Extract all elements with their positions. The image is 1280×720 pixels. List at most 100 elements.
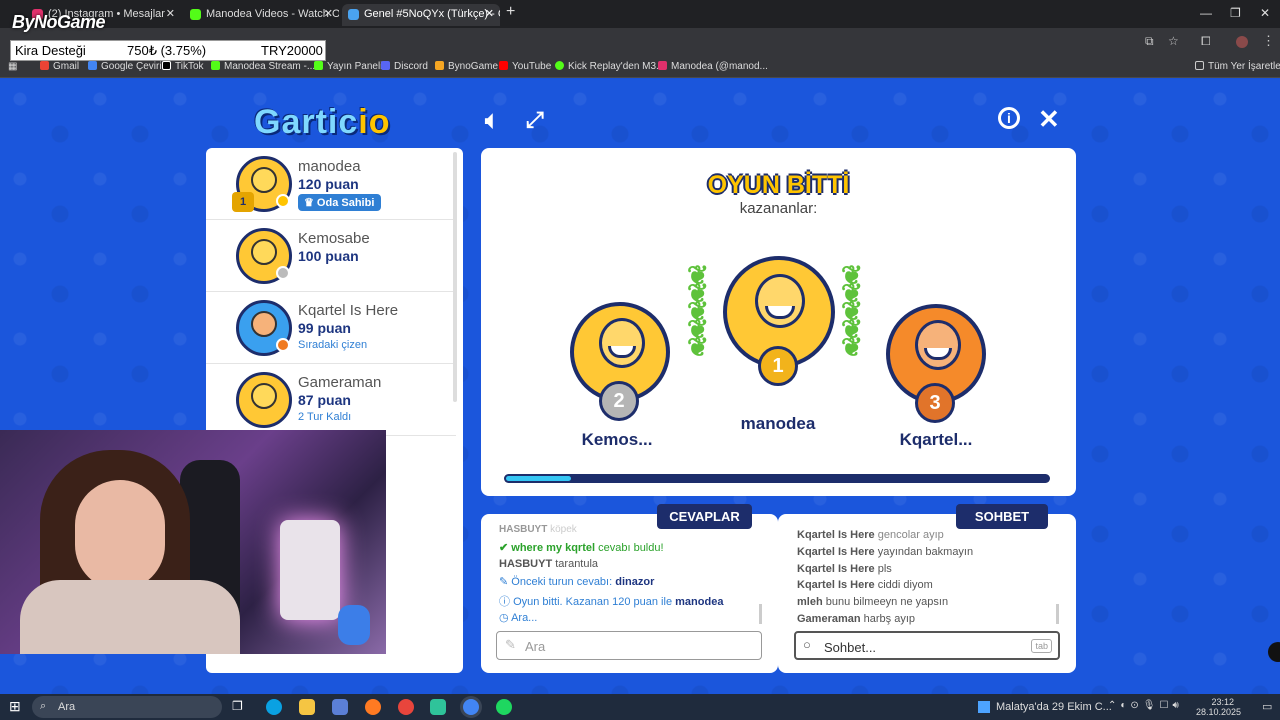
chrome-icon[interactable] [398, 699, 414, 715]
msg-user: Kqartel Is Here [797, 546, 875, 558]
msg-text: harbş ayıp [863, 613, 916, 625]
tab-manodea-videos[interactable]: Manodea Videos - Watch On-D✕ [184, 4, 339, 26]
bookmark-gmail[interactable]: Gmail [40, 61, 79, 72]
chat-message: Gameraman harbş ayıp [797, 613, 915, 625]
apps-icon[interactable]: ▦ [8, 61, 17, 72]
webcam-overlay [0, 430, 386, 654]
file-explorer-icon[interactable] [299, 699, 315, 715]
progress-fill [506, 476, 571, 481]
tab-chat[interactable]: SOHBET [956, 504, 1048, 529]
msg-text: tarantula [555, 558, 599, 570]
answer-input[interactable]: ✎ Ara [496, 631, 762, 660]
game-over-card: OYUN BİTTİ kazananlar: ❦ ❦ ❦ ❦ ❦ ❦ ❦ ❦ ❦ ❦ 2 Kem… [481, 148, 1076, 496]
gartic-logo[interactable]: Garticio [254, 103, 390, 142]
msg-user: Ara... [511, 612, 538, 624]
winner-name-2: Kemos... [581, 430, 653, 449]
player-points: 120 puan [298, 176, 359, 192]
chat-message: Kqartel Is Here pls [797, 563, 892, 575]
player-name: Kemosabe [298, 230, 370, 247]
player-row[interactable]: 1 manodea 120 puan ♛ Oda Sahibi [206, 148, 456, 220]
chat-message: Kqartel Is Here gencolar ayıp [797, 529, 944, 541]
bookmark-manodea-stream[interactable]: Manodea Stream -... [211, 61, 315, 72]
chrome-active-icon[interactable] [463, 699, 479, 715]
msg-text: yayından bakmayın [877, 546, 974, 558]
edge-icon[interactable] [266, 699, 282, 715]
info-icon: ⓘ [499, 596, 510, 608]
tab-answers[interactable]: CEVAPLAR [657, 504, 752, 529]
weather-icon [978, 701, 990, 713]
player-name: Gameraman [298, 374, 382, 391]
answer-message: HASBUYT tarantula [499, 558, 598, 570]
logo-suffix: io [358, 103, 391, 141]
bookmark-all[interactable]: Tüm Yer İşaretleri [1195, 61, 1280, 72]
player-row[interactable]: Kqartel Is Here 99 puan Sıradaki çizen [206, 292, 456, 364]
bookmark-bynogame[interactable]: BynoGame [435, 61, 498, 72]
app-icon[interactable] [430, 699, 446, 715]
bookmark-yayin-paneli[interactable]: Yayın Paneli [314, 61, 382, 72]
bookmark-instagram[interactable]: Manodea (@manod... [658, 61, 768, 72]
profile-avatar[interactable] [1236, 36, 1248, 48]
status-dot [276, 194, 290, 208]
bookmark-kick-replay[interactable]: Kick Replay'den M3... [555, 61, 664, 72]
laurel-left-icon: ❦ ❦ ❦ ❦ ❦ [687, 260, 709, 362]
next-game-progress [504, 474, 1050, 483]
tab-label: Manodea Videos - Watch On-D [206, 8, 339, 20]
room-owner-badge: ♛ Oda Sahibi [298, 194, 382, 211]
cast-icon[interactable]: ⧉ [1145, 34, 1154, 49]
player-row[interactable]: Gameraman 87 puan 2 Tur Kaldı [206, 364, 456, 436]
answer-message: ✔ where my kqrtel cevabı buldu! [499, 541, 664, 554]
windows-start-icon[interactable]: ⊞ [9, 698, 21, 715]
new-tab-button[interactable]: + [506, 3, 515, 21]
share-icon[interactable]: ⤢ [526, 107, 544, 133]
store-icon[interactable] [332, 699, 348, 715]
taskbar-search[interactable]: ⌕ Ara [32, 696, 222, 718]
firefox-icon[interactable] [365, 699, 381, 715]
msg-user: mleh [797, 596, 823, 608]
answer-message: HASBUYT köpek [499, 524, 577, 535]
star-icon[interactable]: ☆ [1168, 34, 1179, 48]
close-icon[interactable]: ✕ [324, 7, 333, 20]
tab-gartic[interactable]: Genel #5NoQYx (Türkçe) - Garti✕ [342, 4, 500, 26]
msg-user: Kqartel Is Here [797, 563, 875, 575]
answer-message: ⓘ Oyun bitti. Kazanan 120 puan ile manod… [499, 593, 723, 609]
restore-icon[interactable]: ❐ [1230, 6, 1241, 20]
bookmark-youtube[interactable]: YouTube [499, 61, 551, 72]
winners-subtitle: kazananlar: [739, 200, 818, 217]
pencil-icon: ✎ [505, 637, 516, 652]
clock[interactable]: 23:12 28.10.2025 [1196, 697, 1241, 717]
msg-user: Oyun bitti. Kazanan 120 puan ile [513, 596, 673, 608]
info-icon[interactable]: i [998, 107, 1020, 129]
close-icon[interactable]: ✕ [1038, 104, 1060, 135]
winner-name-1: manodea [740, 414, 816, 433]
minimize-icon[interactable]: — [1200, 6, 1212, 20]
player-name: manodea [298, 158, 361, 175]
menu-icon[interactable]: ⋮ [1262, 33, 1275, 49]
msg-text: pls [877, 563, 892, 575]
logo-text: Gartic [254, 103, 359, 141]
answers-scrollbar[interactable] [759, 604, 762, 624]
player-points: 100 puan [298, 248, 359, 264]
bookmark-tiktok[interactable]: TikTok [162, 61, 204, 72]
chat-message: Kqartel Is Here ciddi diyom [797, 579, 933, 591]
notification-icon[interactable]: ▭ [1262, 700, 1272, 713]
extensions-icon[interactable]: ⧠ [1201, 34, 1211, 49]
player-row[interactable]: Kemosabe 100 puan [206, 220, 456, 292]
close-window-icon[interactable]: ✕ [1260, 6, 1270, 20]
player-name: Kqartel Is Here [298, 302, 399, 319]
bookmark-discord[interactable]: Discord [381, 61, 428, 72]
weather-text[interactable]: Malatya'da 29 Ekim C... [996, 701, 1112, 713]
close-icon[interactable]: ✕ [166, 7, 175, 20]
close-icon[interactable]: ✕ [485, 7, 494, 20]
search-icon: ○ [803, 637, 811, 652]
chat-scrollbar[interactable] [1056, 604, 1059, 624]
chat-input[interactable]: ○ Sohbet... tab [794, 631, 1060, 660]
msg-user: HASBUYT [499, 558, 553, 570]
system-tray-icons[interactable]: ⌃◐⊙🎙︎☐🔊︎ [1108, 700, 1183, 711]
search-icon: ⌕ [40, 700, 47, 712]
task-view-icon[interactable]: ❐ [232, 699, 248, 715]
bookmark-translate[interactable]: Google Çeviri [88, 61, 162, 72]
spotify-icon[interactable] [496, 699, 512, 715]
sound-icon[interactable]: 🔈︎ [485, 107, 499, 135]
pencil-icon: ✎ [499, 576, 509, 588]
player-list-scrollbar[interactable] [453, 152, 457, 402]
